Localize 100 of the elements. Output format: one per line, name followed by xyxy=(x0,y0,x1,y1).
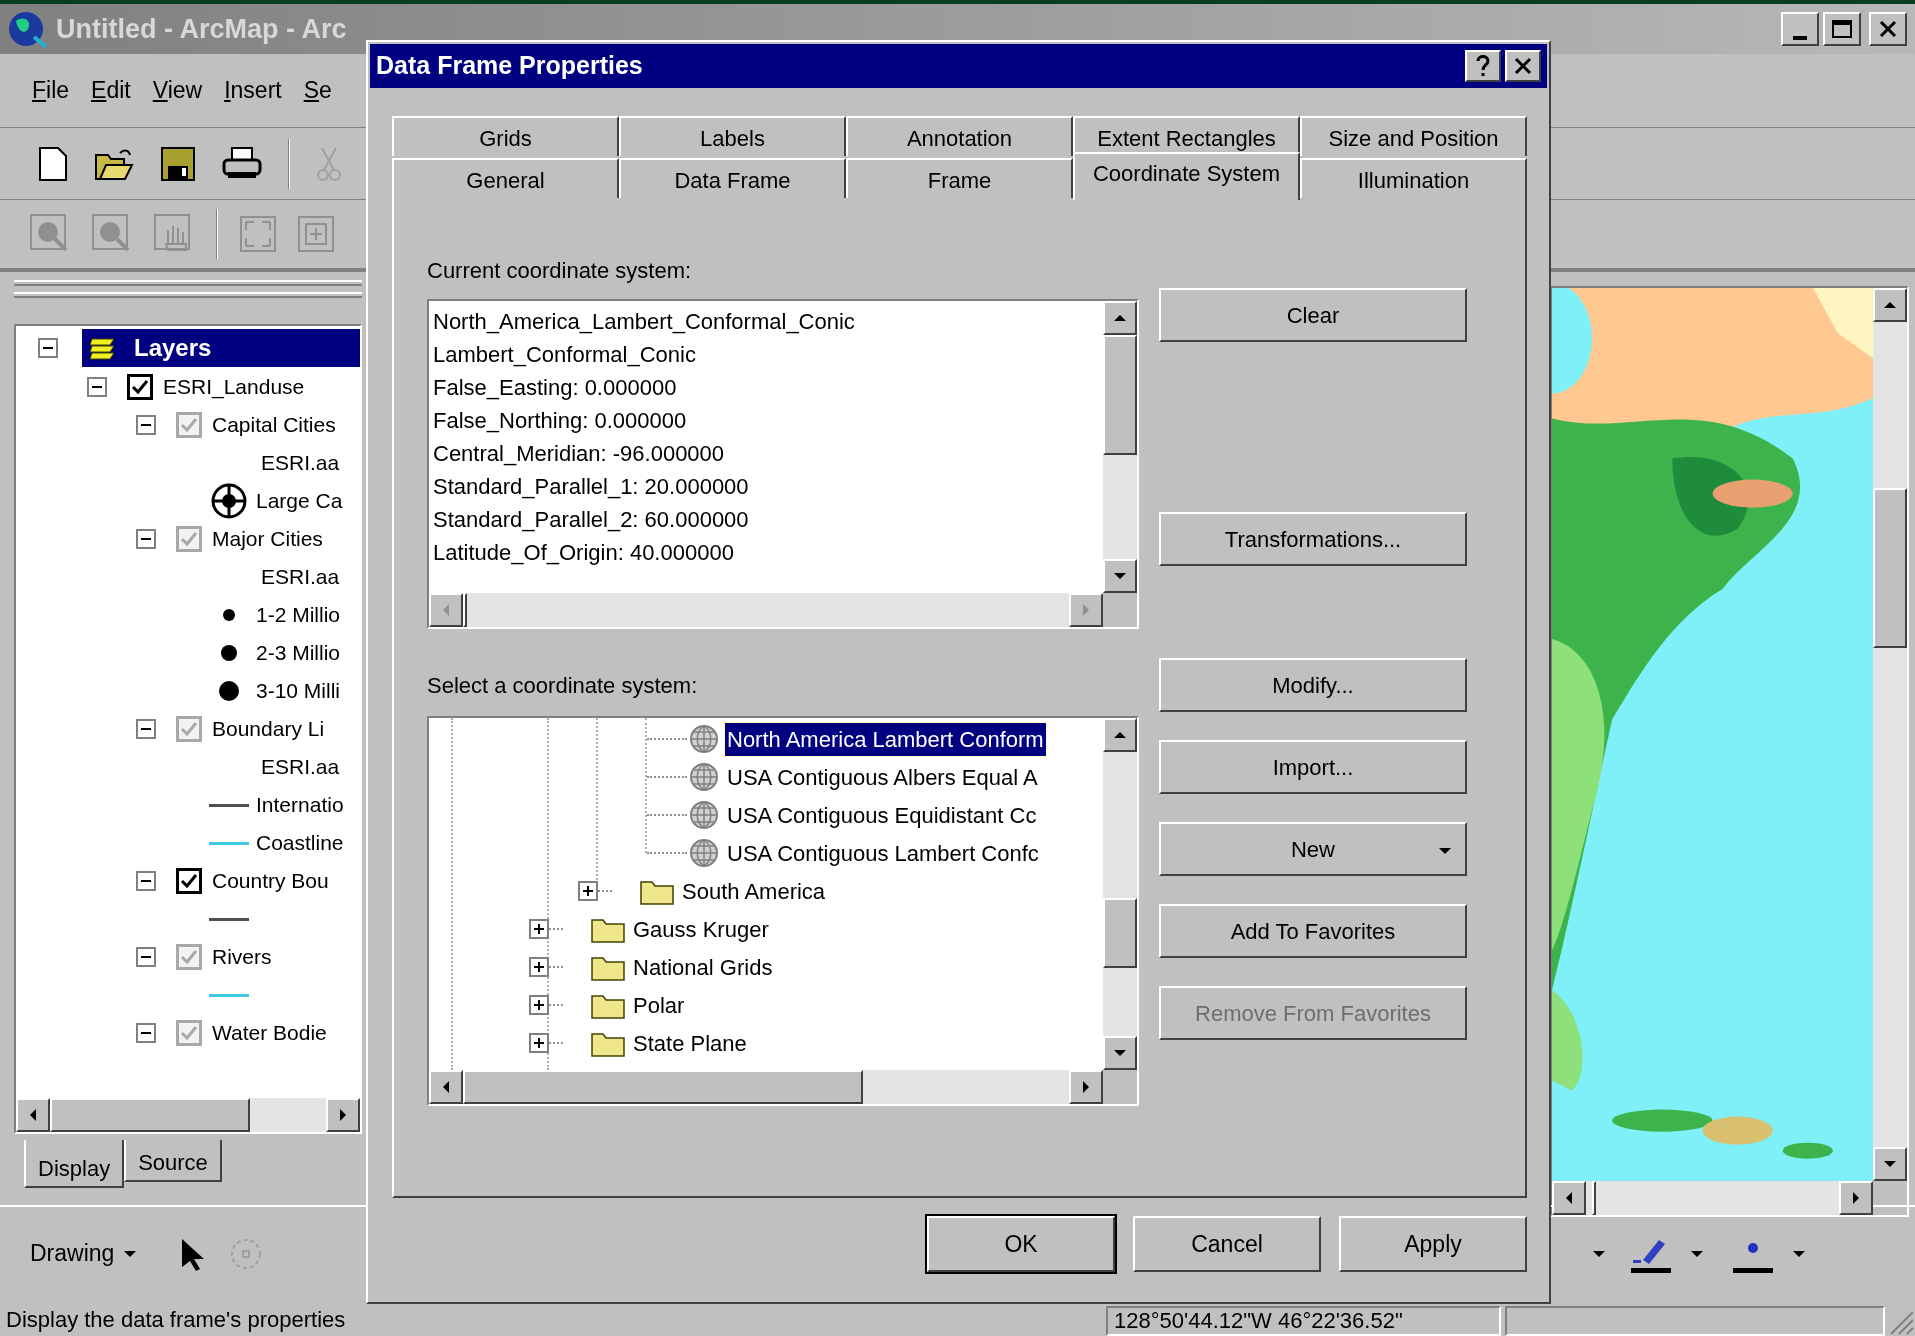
collapse-icon[interactable] xyxy=(87,377,107,397)
scrollbar-track[interactable] xyxy=(1552,1180,1873,1215)
panel-tab[interactable]: Source xyxy=(124,1140,222,1182)
dot-symbol-icon xyxy=(223,609,235,621)
dialog-button[interactable]: Add To Favorites xyxy=(1159,904,1467,958)
layer-name[interactable]: ESRI_Landuse xyxy=(163,371,305,403)
layer-name[interactable]: Water Bodie xyxy=(212,1017,327,1049)
maximize-button[interactable] xyxy=(1823,12,1861,46)
expand-icon[interactable] xyxy=(529,1033,549,1053)
new-file-icon[interactable] xyxy=(38,145,68,182)
scroll-down-button[interactable] xyxy=(1103,1036,1137,1070)
scroll-thumb[interactable] xyxy=(463,1070,863,1104)
left-arrow-icon xyxy=(28,1109,38,1121)
dialog-button[interactable]: OK xyxy=(927,1216,1115,1272)
collapse-icon[interactable] xyxy=(136,719,156,739)
dialog-tab[interactable]: Coordinate System xyxy=(1073,152,1300,200)
scroll-down-button[interactable] xyxy=(1103,559,1137,593)
dialog-tab[interactable]: Illumination xyxy=(1300,158,1527,198)
scroll-up-button[interactable] xyxy=(1873,288,1907,322)
dialog-tab[interactable]: General xyxy=(392,158,619,198)
scroll-thumb[interactable] xyxy=(1103,898,1137,968)
scroll-thumb[interactable] xyxy=(1873,488,1907,648)
detail-line: Central_Meridian: -96.000000 xyxy=(433,440,726,468)
scroll-thumb[interactable] xyxy=(1103,335,1137,455)
close-button[interactable] xyxy=(1505,50,1541,82)
scroll-right-button[interactable] xyxy=(1069,1070,1103,1104)
scroll-thumb[interactable] xyxy=(463,593,467,627)
collapse-icon[interactable] xyxy=(38,338,58,358)
scroll-left-button[interactable] xyxy=(1552,1180,1586,1215)
scroll-right-button[interactable] xyxy=(1069,593,1103,627)
dialog-button[interactable]: Modify... xyxy=(1159,658,1467,712)
status-message: Display the data frame's properties xyxy=(5,1306,346,1334)
checkbox[interactable] xyxy=(176,1020,202,1046)
expand-icon[interactable] xyxy=(529,995,549,1015)
menu-item[interactable]: Edit xyxy=(91,73,131,108)
help-button[interactable] xyxy=(1465,50,1501,82)
expand-icon[interactable] xyxy=(529,919,549,939)
scroll-right-button[interactable] xyxy=(326,1098,360,1132)
menu-item[interactable]: File xyxy=(32,73,70,108)
tree-item[interactable]: Polar xyxy=(631,988,687,1022)
scroll-thumb[interactable] xyxy=(1592,1180,1596,1215)
collapse-icon[interactable] xyxy=(136,415,156,435)
dialog-tab[interactable]: Grids xyxy=(392,116,619,156)
scroll-left-button[interactable] xyxy=(429,1070,463,1104)
checkbox[interactable] xyxy=(176,944,202,970)
panel-tab[interactable]: Display xyxy=(24,1140,125,1188)
dialog-button[interactable]: Cancel xyxy=(1133,1216,1321,1272)
dialog-tab[interactable]: Data Frame xyxy=(619,158,846,198)
menu-item[interactable]: Insert xyxy=(224,73,282,108)
layer-name[interactable]: Capital Cities xyxy=(212,409,336,441)
checkbox[interactable] xyxy=(176,868,202,894)
dialog-button[interactable]: New xyxy=(1159,822,1467,876)
tree-item[interactable]: Gauss Kruger xyxy=(631,912,771,946)
detail-line: Standard_Parallel_2: 60.000000 xyxy=(433,506,750,534)
minimize-button[interactable] xyxy=(1781,12,1819,46)
dialog-button[interactable]: Import... xyxy=(1159,740,1467,794)
checkbox[interactable] xyxy=(176,526,202,552)
checkbox[interactable] xyxy=(176,716,202,742)
coordinates-readout: 128°50'44.12"W 46°22'36.52" xyxy=(1106,1306,1501,1336)
scroll-right-button[interactable] xyxy=(1839,1180,1873,1215)
layer-name[interactable]: Boundary Li xyxy=(212,713,325,745)
layer-name[interactable]: Rivers xyxy=(212,941,272,973)
checkbox[interactable] xyxy=(176,412,202,438)
expand-icon[interactable] xyxy=(529,957,549,977)
tree-item[interactable]: USA Contiguous Equidistant Cc xyxy=(725,798,1039,832)
scroll-thumb[interactable] xyxy=(50,1098,250,1132)
tree-item[interactable]: National Grids xyxy=(631,950,775,984)
tree-item[interactable]: USA Contiguous Lambert Confc xyxy=(725,836,1041,870)
dialog-button[interactable]: Transformations... xyxy=(1159,512,1467,566)
tree-item[interactable]: USA Contiguous Albers Equal A xyxy=(725,760,1040,794)
tree-item[interactable]: South America xyxy=(680,874,828,908)
collapse-icon[interactable] xyxy=(136,529,156,549)
dialog-tab[interactable]: Size and Position xyxy=(1300,116,1527,156)
scroll-up-button[interactable] xyxy=(1103,718,1137,752)
scroll-down-button[interactable] xyxy=(1873,1146,1907,1181)
collapse-icon[interactable] xyxy=(136,1023,156,1043)
scroll-left-button[interactable] xyxy=(429,593,463,627)
save-icon[interactable] xyxy=(160,145,196,182)
close-button[interactable] xyxy=(1869,12,1907,46)
layers-item[interactable]: Layers xyxy=(82,329,360,367)
collapse-icon[interactable] xyxy=(136,871,156,891)
scrollbar-track[interactable] xyxy=(16,1098,360,1132)
expand-icon[interactable] xyxy=(578,881,598,901)
layer-name[interactable]: Country Bou xyxy=(212,865,329,897)
dialog-button[interactable]: Clear xyxy=(1159,288,1467,342)
tree-item[interactable]: State Plane xyxy=(631,1026,749,1060)
checkbox[interactable] xyxy=(127,374,153,400)
collapse-icon[interactable] xyxy=(136,947,156,967)
drawing-menu-button[interactable]: Drawing xyxy=(30,1236,137,1271)
dialog-button[interactable]: Apply xyxy=(1339,1216,1527,1272)
dialog-tab[interactable]: Labels xyxy=(619,116,846,156)
menu-item[interactable]: View xyxy=(152,73,203,108)
dialog-tab[interactable]: Frame xyxy=(846,158,1073,198)
scroll-left-button[interactable] xyxy=(16,1098,50,1132)
menu-item[interactable]: Se xyxy=(303,73,332,108)
dialog-tab[interactable]: Annotation xyxy=(846,116,1073,156)
tree-item[interactable]: North America Lambert Conform xyxy=(725,722,1046,756)
scroll-up-button[interactable] xyxy=(1103,301,1137,335)
scrollbar-track[interactable] xyxy=(1873,288,1907,1181)
layer-name[interactable]: Major Cities xyxy=(212,523,323,555)
